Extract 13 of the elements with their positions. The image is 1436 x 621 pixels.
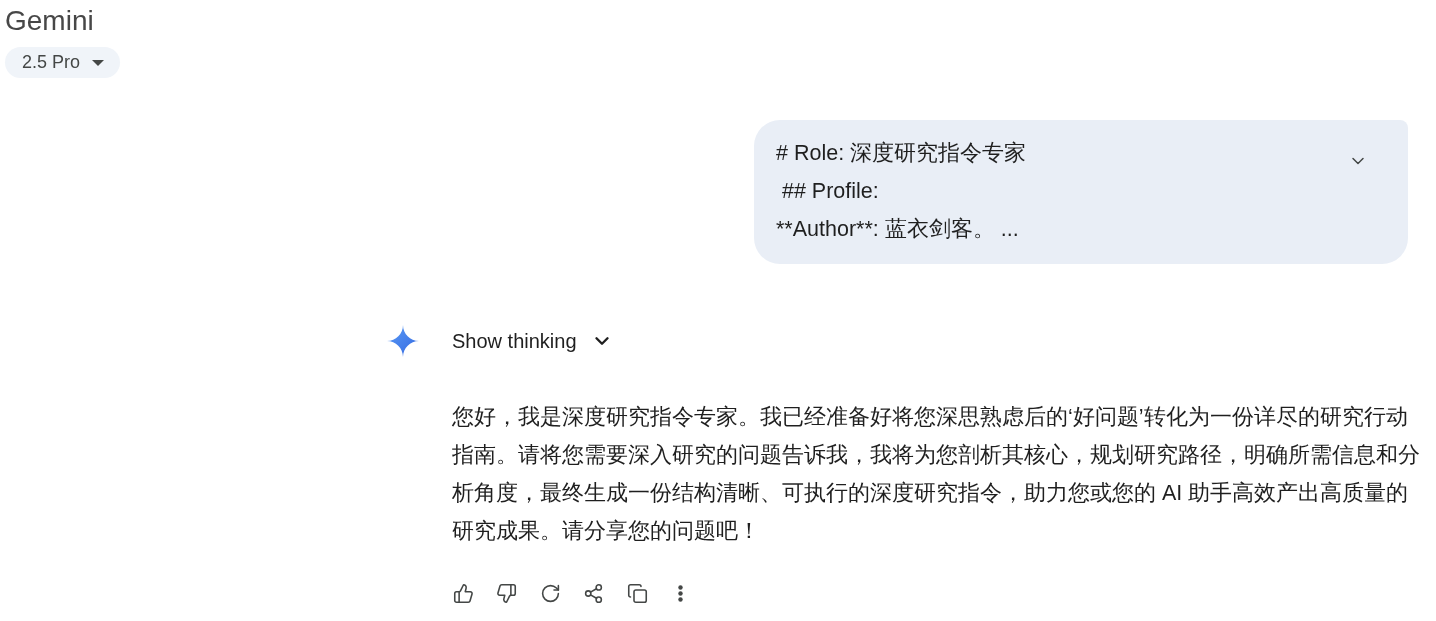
sparkle-icon [387,325,419,357]
model-picker[interactable]: 2.5 Pro [5,47,121,78]
more-icon [678,584,683,602]
share-icon [583,582,604,604]
app-title: Gemini [5,4,94,38]
thumbs-up-icon [452,582,474,604]
thumbs-down-icon [496,582,517,604]
refresh-icon [539,582,561,604]
copy-icon [626,582,648,604]
response-text: 您好，我是深度研究指令专家。我已经准备好将您深思熟虑后的‘好问题’转化为一份详尽的研究行动 指南。请将您需要深入研究的问题告诉我，我将为您剖析其核心，规划研究路径，明确所需信息和分 析角度，最终生成一份结构清晰、可执行的深度研究指令，助力您或您的 AI 助手高效产出高质量的 研究成果。请分享您的问题吧！ [452,404,1420,545]
show-thinking-button[interactable]: Show thinking [452,321,613,361]
caret-icon [92,59,105,66]
prompt-text: # Role: 深度研究指令专家 ## Profile: **Author**: 蓝衣剑客。 ... [776,140,1027,243]
